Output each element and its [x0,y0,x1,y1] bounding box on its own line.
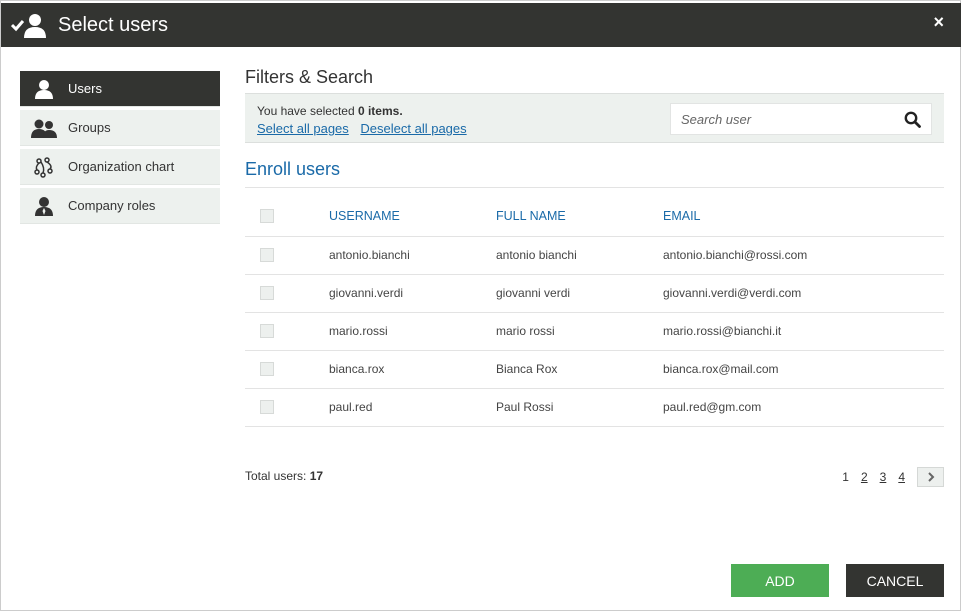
sidebar-item-organization-chart[interactable]: Organization chart [20,149,220,185]
select-all-checkbox[interactable] [260,209,274,224]
row-checkbox[interactable] [260,400,274,415]
table-row: bianca.rox Bianca Rox bianca.rox@mail.co… [245,350,944,389]
select-all-cell [245,196,329,237]
selection-prefix: You have selected [257,104,358,118]
row-checkbox[interactable] [260,248,274,263]
chevron-right-icon [927,472,934,482]
table-row: antonio.bianchi antonio bianchi antonio.… [245,236,944,275]
email-cell: mario.rossi@bianchi.it [663,312,944,351]
total-users: Total users: 17 [245,469,323,483]
sidebar-item-groups[interactable]: Groups [20,110,220,146]
row-checkbox[interactable] [260,362,274,377]
row-checkbox-cell [245,312,329,351]
search-input[interactable] [671,104,891,134]
sidebar-item-label: Users [68,81,102,96]
row-checkbox-cell [245,274,329,313]
page-4-link[interactable]: 4 [898,470,905,484]
next-page-button[interactable] [917,467,944,487]
search-icon[interactable] [904,111,921,133]
org-chart-icon [20,156,68,178]
sidebar-item-label: Company roles [68,198,156,213]
main-content: Filters & Search You have selected 0 ite… [245,67,944,427]
fullname-cell: antonio bianchi [496,236,663,275]
table-row: mario.rossi mario rossi mario.rossi@bian… [245,312,944,351]
fullname-cell: mario rossi [496,312,663,351]
filters-heading: Filters & Search [245,67,374,87]
dialog-header: Select users × [1,3,961,47]
column-header-email[interactable]: EMAIL [663,196,944,237]
table-row: paul.red Paul Rossi paul.red@gm.com [245,388,944,427]
user-check-icon [10,11,49,39]
sidebar-item-users[interactable]: Users [20,71,220,107]
selection-count: 0 items. [357,104,403,118]
row-checkbox[interactable] [260,324,274,339]
pagination: 1 2 3 4 [842,467,944,487]
column-header-fullname[interactable]: FULL NAME [496,196,663,237]
user-icon [20,79,68,99]
column-header-username[interactable]: USERNAME [329,196,496,237]
selection-links: Select all pages Deselect all pages [257,121,475,136]
selection-status: You have selected 0 items. [257,104,403,118]
fullname-cell: giovanni verdi [496,274,663,313]
fullname-cell: Bianca Rox [496,350,663,389]
groups-icon [20,118,68,138]
username-cell: giovanni.verdi [329,274,496,313]
sidebar-item-company-roles[interactable]: Company roles [20,188,220,224]
username-cell: mario.rossi [329,312,496,351]
table-row: giovanni.verdi giovanni verdi giovanni.v… [245,274,944,313]
users-table: USERNAME FULL NAME EMAIL antonio.bianchi… [245,196,944,427]
row-checkbox-cell [245,236,329,275]
page-1-current: 1 [842,470,849,484]
close-icon[interactable]: × [933,12,944,33]
table-footer: Total users: 17 1 2 3 4 [245,467,944,491]
username-cell: antonio.bianchi [329,236,496,275]
enroll-heading: Enroll users [245,159,944,188]
add-button[interactable]: ADD [731,564,829,597]
table-header-row: USERNAME FULL NAME EMAIL [245,196,944,237]
dialog-title: Select users [58,14,169,36]
page-3-link[interactable]: 3 [880,470,887,484]
page-2-link[interactable]: 2 [861,470,868,484]
select-users-dialog: Select users × Users Groups Organization… [0,0,961,611]
username-cell: bianca.rox [329,350,496,389]
total-users-value: 17 [309,469,324,483]
sidebar: Users Groups Organization chart Company … [20,71,220,227]
select-all-pages-link[interactable]: Select all pages [257,121,349,136]
cancel-button[interactable]: CANCEL [846,564,944,597]
search-box [670,103,932,135]
row-checkbox-cell [245,350,329,389]
email-cell: paul.red@gm.com [663,388,944,427]
email-cell: antonio.bianchi@rossi.com [663,236,944,275]
filter-bar: You have selected 0 items. Select all pa… [245,93,944,143]
company-role-icon [20,196,68,216]
row-checkbox[interactable] [260,286,274,301]
fullname-cell: Paul Rossi [496,388,663,427]
email-cell: bianca.rox@mail.com [663,350,944,389]
username-cell: paul.red [329,388,496,427]
sidebar-item-label: Organization chart [68,159,175,174]
email-cell: giovanni.verdi@verdi.com [663,274,944,313]
sidebar-item-label: Groups [68,120,111,135]
total-users-label: Total users: [245,469,310,483]
deselect-all-pages-link[interactable]: Deselect all pages [360,121,466,136]
row-checkbox-cell [245,388,329,427]
